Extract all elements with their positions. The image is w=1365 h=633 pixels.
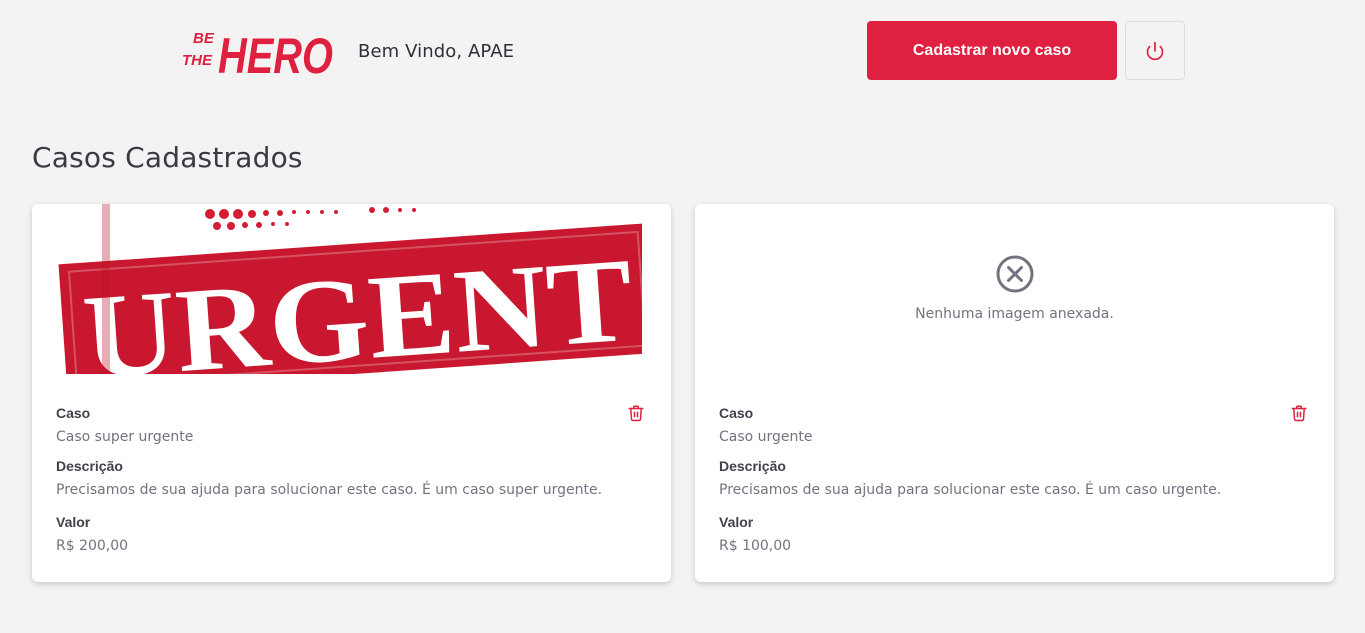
case-image-urgent: URGENT <box>32 204 671 374</box>
description-label: Descrição <box>719 458 786 474</box>
no-image-text: Nenhuma imagem anexada. <box>915 306 1114 322</box>
new-case-button[interactable]: Cadastrar novo caso <box>867 21 1117 80</box>
trash-icon <box>1291 405 1307 422</box>
case-title: Caso urgente <box>719 429 813 445</box>
case-value: R$ 100,00 <box>719 538 792 554</box>
value-label: Valor <box>56 514 91 530</box>
value-label: Valor <box>719 514 754 530</box>
logo-the: THE <box>182 52 213 69</box>
be-the-hero-logo: BE THE HERO <box>182 28 333 84</box>
logo-hero: HERO <box>218 28 333 84</box>
case-description: Precisamos de sua ajuda para solucionar … <box>56 482 603 498</box>
case-label: Caso <box>56 405 91 421</box>
case-card: URGENT Caso Caso super urgente Descrição… <box>32 204 671 582</box>
power-icon <box>1146 41 1164 60</box>
case-card: Nenhuma imagem anexada. Caso Caso urgent… <box>695 204 1334 582</box>
no-image-placeholder: Nenhuma imagem anexada. <box>695 254 1334 334</box>
header: BE THE HERO Bem Vindo, APAE Cadastrar no… <box>0 0 1365 104</box>
page-title: Casos Cadastrados <box>32 141 303 174</box>
delete-case-button[interactable] <box>1288 402 1310 424</box>
case-label: Caso <box>719 405 754 421</box>
case-value: R$ 200,00 <box>56 538 129 554</box>
trash-icon <box>628 405 644 422</box>
case-title: Caso super urgente <box>56 429 194 445</box>
delete-case-button[interactable] <box>625 402 647 424</box>
description-label: Descrição <box>56 458 123 474</box>
case-description: Precisamos de sua ajuda para solucionar … <box>719 482 1222 498</box>
close-circle-icon <box>996 255 1033 293</box>
logo-be: BE <box>193 30 215 47</box>
welcome-message: Bem Vindo, APAE <box>358 41 515 62</box>
logout-button[interactable] <box>1125 21 1185 80</box>
